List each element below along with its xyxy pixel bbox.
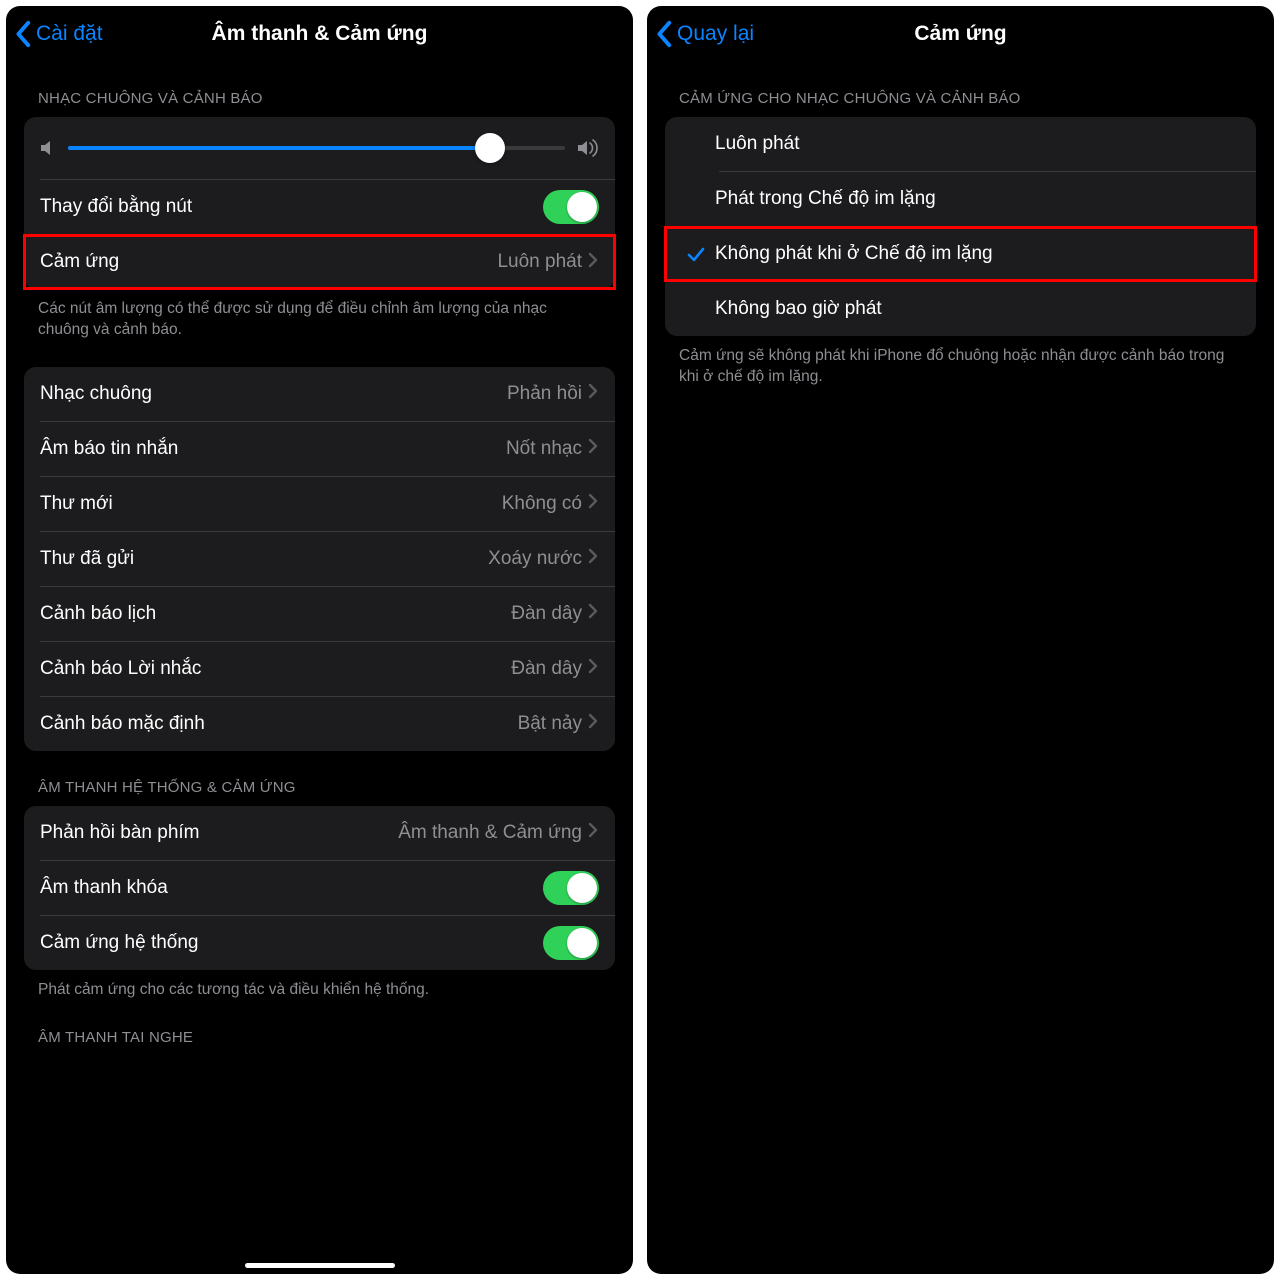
- home-indicator[interactable]: [245, 1263, 395, 1268]
- row-keyboard-feedback[interactable]: Phản hồi bàn phím Âm thanh & Cảm ứng: [24, 806, 615, 860]
- navbar: Quay lại Cảm ứng: [647, 6, 1274, 62]
- row-sound[interactable]: Cảnh báo lịchĐàn dây: [24, 587, 615, 641]
- row-sound[interactable]: Cảnh báo Lời nhắcĐàn dây: [24, 642, 615, 696]
- row-value: Đàn dây: [511, 658, 582, 680]
- option-label: Không phát khi ở Chế độ im lặng: [715, 243, 1240, 265]
- option-label: Luôn phát: [715, 133, 1240, 155]
- row-label: Thư đã gửi: [40, 548, 488, 570]
- row-label: Nhạc chuông: [40, 383, 507, 405]
- section-header-headphone: ÂM THANH TAI NGHE: [24, 1001, 615, 1046]
- volume-high-icon: [577, 139, 599, 157]
- chevron-right-icon: [588, 548, 599, 569]
- back-label: Cài đặt: [36, 22, 103, 46]
- row-label: Thay đổi bằng nút: [40, 196, 543, 218]
- back-button[interactable]: Cài đặt: [14, 20, 103, 48]
- chevron-right-icon: [588, 603, 599, 624]
- back-button[interactable]: Quay lại: [655, 20, 754, 48]
- group-ringer: Thay đổi bằng nút Cảm ứng Luôn phát: [24, 117, 615, 289]
- row-label: Âm thanh khóa: [40, 877, 543, 899]
- row-label: Cảnh báo Lời nhắc: [40, 658, 511, 680]
- haptic-option[interactable]: Luôn phát: [665, 117, 1256, 171]
- chevron-right-icon: [588, 713, 599, 734]
- volume-slider-row[interactable]: [24, 117, 615, 179]
- row-sound[interactable]: Cảnh báo mặc địnhBật nảy: [24, 697, 615, 751]
- row-value: Phản hồi: [507, 383, 582, 405]
- row-value: Luôn phát: [497, 251, 582, 273]
- chevron-left-icon: [655, 20, 675, 48]
- row-label: Cảm ứng hệ thống: [40, 932, 543, 954]
- section-header-options: CẢM ỨNG CHO NHẠC CHUÔNG VÀ CẢNH BÁO: [665, 62, 1256, 117]
- checkmark-icon: [677, 244, 715, 264]
- chevron-right-icon: [588, 252, 599, 273]
- switch-lock-sound[interactable]: [543, 871, 599, 905]
- section-footer-system: Phát cảm ứng cho các tương tác và điều k…: [24, 970, 615, 1001]
- haptic-option[interactable]: Không bao giờ phát: [665, 282, 1256, 336]
- row-value: Nốt nhạc: [506, 438, 582, 460]
- row-value: Xoáy nước: [488, 548, 582, 570]
- row-change-with-buttons[interactable]: Thay đổi bằng nút: [24, 180, 615, 234]
- row-value: Bật nảy: [518, 713, 582, 735]
- group-sounds: Nhạc chuôngPhản hồiÂm báo tin nhắnNốt nh…: [24, 367, 615, 751]
- volume-slider[interactable]: [68, 133, 565, 163]
- row-sound[interactable]: Thư mớiKhông có: [24, 477, 615, 531]
- screen-haptics-detail: Quay lại Cảm ứng CẢM ỨNG CHO NHẠC CHUÔNG…: [647, 6, 1274, 1274]
- haptic-option[interactable]: Không phát khi ở Chế độ im lặng: [665, 227, 1256, 281]
- row-value: Đàn dây: [511, 603, 582, 625]
- chevron-left-icon: [14, 20, 34, 48]
- row-haptics[interactable]: Cảm ứng Luôn phát: [24, 235, 615, 289]
- volume-low-icon: [40, 139, 56, 157]
- row-label: Âm báo tin nhắn: [40, 438, 506, 460]
- back-label: Quay lại: [677, 22, 754, 46]
- row-label: Cảm ứng: [40, 251, 497, 273]
- section-header-ringer: NHẠC CHUÔNG VÀ CẢNH BÁO: [24, 62, 615, 117]
- row-sound[interactable]: Âm báo tin nhắnNốt nhạc: [24, 422, 615, 476]
- group-system: Phản hồi bàn phím Âm thanh & Cảm ứng Âm …: [24, 806, 615, 970]
- screen-sounds-haptics: Cài đặt Âm thanh & Cảm ứng NHẠC CHUÔNG V…: [6, 6, 633, 1274]
- content: NHẠC CHUÔNG VÀ CẢNH BÁO Thay đổi bằn: [6, 62, 633, 1066]
- chevron-right-icon: [588, 658, 599, 679]
- slider-thumb[interactable]: [475, 133, 505, 163]
- option-label: Phát trong Chế độ im lặng: [715, 188, 1240, 210]
- row-sound[interactable]: Thư đã gửiXoáy nước: [24, 532, 615, 586]
- row-label: Cảnh báo mặc định: [40, 713, 518, 735]
- navbar: Cài đặt Âm thanh & Cảm ứng: [6, 6, 633, 62]
- chevron-right-icon: [588, 438, 599, 459]
- group-haptic-options: Luôn phát Phát trong Chế độ im lặng Không …: [665, 117, 1256, 336]
- switch-system-haptics[interactable]: [543, 926, 599, 960]
- content: CẢM ỨNG CHO NHẠC CHUÔNG VÀ CẢNH BÁO Luôn…: [647, 62, 1274, 408]
- section-header-system: ÂM THANH HỆ THỐNG & CẢM ỨNG: [24, 751, 615, 806]
- section-footer-options: Cảm ứng sẽ không phát khi iPhone đổ chuô…: [665, 336, 1256, 388]
- row-label: Cảnh báo lịch: [40, 603, 511, 625]
- row-value: Không có: [502, 493, 582, 515]
- chevron-right-icon: [588, 383, 599, 404]
- chevron-right-icon: [588, 493, 599, 514]
- option-label: Không bao giờ phát: [715, 298, 1240, 320]
- row-lock-sound[interactable]: Âm thanh khóa: [24, 861, 615, 915]
- row-system-haptics[interactable]: Cảm ứng hệ thống: [24, 916, 615, 970]
- section-footer-ringer: Các nút âm lượng có thể được sử dụng để …: [24, 289, 615, 341]
- chevron-right-icon: [588, 822, 599, 843]
- haptic-option[interactable]: Phát trong Chế độ im lặng: [665, 172, 1256, 226]
- switch-change-with-buttons[interactable]: [543, 190, 599, 224]
- row-sound[interactable]: Nhạc chuôngPhản hồi: [24, 367, 615, 421]
- row-label: Phản hồi bàn phím: [40, 822, 398, 844]
- row-value: Âm thanh & Cảm ứng: [398, 822, 582, 844]
- row-label: Thư mới: [40, 493, 502, 515]
